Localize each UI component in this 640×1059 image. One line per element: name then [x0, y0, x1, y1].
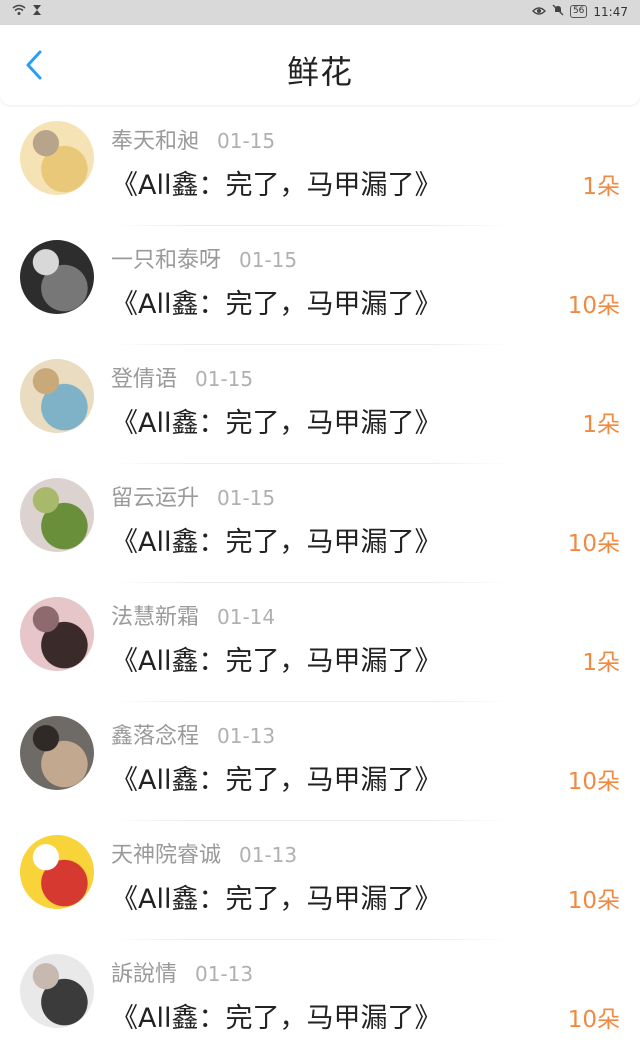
flower-count: 1朵 — [582, 650, 620, 676]
avatar[interactable] — [20, 597, 94, 671]
row-meta: 奉天和昶 01-15 — [111, 123, 275, 155]
avatar[interactable] — [20, 240, 94, 314]
list-item[interactable]: 留云运升 01-15 《All鑫：完了，马甲漏了》 10朵 — [0, 464, 640, 583]
book-title[interactable]: 《All鑫：完了，马甲漏了》 — [111, 758, 441, 797]
flower-count: 10朵 — [567, 888, 620, 914]
user-name[interactable]: 法慧新霜 — [111, 605, 199, 630]
user-name[interactable]: 登倩语 — [111, 367, 177, 392]
avatar[interactable] — [20, 121, 94, 195]
book-title[interactable]: 《All鑫：完了，马甲漏了》 — [111, 996, 441, 1035]
user-name[interactable]: 奉天和昶 — [111, 129, 199, 154]
row-date: 01-15 — [195, 367, 254, 391]
app-header: 鲜花 — [0, 25, 640, 105]
row-meta: 天神院睿诚 01-13 — [111, 837, 297, 869]
row-date: 01-13 — [239, 843, 298, 867]
row-meta: 登倩语 01-15 — [111, 361, 253, 393]
row-meta: 法慧新霜 01-14 — [111, 599, 275, 631]
flower-count: 10朵 — [567, 769, 620, 795]
book-title[interactable]: 《All鑫：完了，马甲漏了》 — [111, 877, 441, 916]
row-date: 01-15 — [239, 248, 298, 272]
row-meta: 一只和泰呀 01-15 — [111, 242, 297, 274]
flower-count: 10朵 — [567, 293, 620, 319]
row-date: 01-13 — [217, 724, 276, 748]
book-title[interactable]: 《All鑫：完了，马甲漏了》 — [111, 282, 441, 321]
book-title[interactable]: 《All鑫：完了，马甲漏了》 — [111, 163, 441, 202]
book-title[interactable]: 《All鑫：完了，马甲漏了》 — [111, 639, 441, 678]
user-name[interactable]: 留云运升 — [111, 486, 199, 511]
list-item[interactable]: 天神院睿诚 01-13 《All鑫：完了，马甲漏了》 10朵 — [0, 821, 640, 940]
flower-count: 1朵 — [582, 174, 620, 200]
row-date: 01-15 — [217, 486, 276, 510]
list-item[interactable]: 訴說情 01-13 《All鑫：完了，马甲漏了》 10朵 — [0, 940, 640, 1059]
row-date: 01-14 — [217, 605, 276, 629]
user-name[interactable]: 訴說情 — [111, 962, 177, 987]
flower-list: 奉天和昶 01-15 《All鑫：完了，马甲漏了》 1朵 一只和泰呀 01-15 《… — [0, 107, 640, 1059]
status-right: 56 11:47 — [532, 4, 628, 19]
status-bar: 56 11:47 — [0, 0, 640, 25]
row-meta: 留云运升 01-15 — [111, 480, 275, 512]
list-item[interactable]: 奉天和昶 01-15 《All鑫：完了，马甲漏了》 1朵 — [0, 107, 640, 226]
row-date: 01-15 — [217, 129, 276, 153]
user-name[interactable]: 一只和泰呀 — [111, 248, 221, 273]
list-item[interactable]: 一只和泰呀 01-15 《All鑫：完了，马甲漏了》 10朵 — [0, 226, 640, 345]
avatar[interactable] — [20, 478, 94, 552]
row-meta: 鑫落念程 01-13 — [111, 718, 275, 750]
avatar[interactable] — [20, 954, 94, 1028]
avatar[interactable] — [20, 359, 94, 433]
list-item[interactable]: 法慧新霜 01-14 《All鑫：完了，马甲漏了》 1朵 — [0, 583, 640, 702]
row-date: 01-13 — [195, 962, 254, 986]
book-title[interactable]: 《All鑫：完了，马甲漏了》 — [111, 401, 441, 440]
eye-icon — [532, 5, 546, 19]
flower-count: 1朵 — [582, 412, 620, 438]
status-left — [12, 4, 42, 19]
mute-bell-icon — [552, 4, 564, 19]
row-meta: 訴說情 01-13 — [111, 956, 253, 988]
user-name[interactable]: 天神院睿诚 — [111, 843, 221, 868]
book-title[interactable]: 《All鑫：完了，马甲漏了》 — [111, 520, 441, 559]
user-name[interactable]: 鑫落念程 — [111, 724, 199, 749]
status-time: 11:47 — [593, 4, 628, 19]
avatar[interactable] — [20, 716, 94, 790]
hourglass-icon — [32, 4, 42, 19]
flower-count: 10朵 — [567, 1007, 620, 1033]
battery-indicator: 56 — [569, 5, 588, 18]
avatar[interactable] — [20, 835, 94, 909]
wifi-icon — [12, 4, 26, 19]
flower-count: 10朵 — [567, 531, 620, 557]
list-item[interactable]: 鑫落念程 01-13 《All鑫：完了，马甲漏了》 10朵 — [0, 702, 640, 821]
list-item[interactable]: 登倩语 01-15 《All鑫：完了，马甲漏了》 1朵 — [0, 345, 640, 464]
page-title: 鲜花 — [286, 53, 353, 91]
